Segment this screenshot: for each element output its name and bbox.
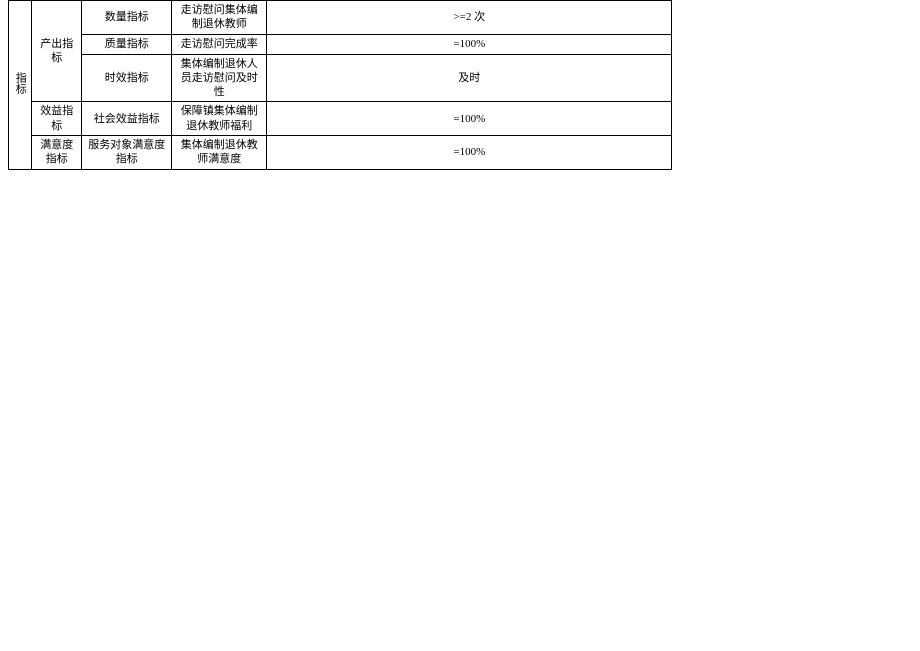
indicator-table: 指标 产出指标 数量指标 走访慰问集体编制退休教师 >=2 次 质量指标 走访慰… (8, 0, 672, 170)
cell-level2: 时效指标 (82, 54, 172, 102)
table-row: 指标 产出指标 数量指标 走访慰问集体编制退休教师 >=2 次 (9, 1, 672, 35)
cell-category: 指标 (9, 1, 32, 170)
cell-group: 效益指标 (32, 102, 82, 136)
cell-level3: 保障镇集体编制退休教师福利 (172, 102, 267, 136)
cell-level2: 服务对象满意度指标 (82, 136, 172, 170)
cell-level2: 数量指标 (82, 1, 172, 35)
table-row: 时效指标 集体编制退休人员走访慰问及时性 及时 (9, 54, 672, 102)
category-label: 指标 (13, 72, 27, 94)
cell-level3: 走访慰问集体编制退休教师 (172, 1, 267, 35)
cell-level3: 集体编制退休教师满意度 (172, 136, 267, 170)
table-row: 满意度指标 服务对象满意度指标 集体编制退休教师满意度 =100% (9, 136, 672, 170)
cell-level2: 质量指标 (82, 34, 172, 54)
cell-output-group: 产出指标 (32, 1, 82, 102)
cell-value: =100% (267, 102, 672, 136)
cell-value: >=2 次 (267, 1, 672, 35)
cell-value: =100% (267, 136, 672, 170)
indicator-table-container: 指标 产出指标 数量指标 走访慰问集体编制退休教师 >=2 次 质量指标 走访慰… (8, 0, 920, 170)
table-row: 质量指标 走访慰问完成率 =100% (9, 34, 672, 54)
table-row: 效益指标 社会效益指标 保障镇集体编制退休教师福利 =100% (9, 102, 672, 136)
cell-level3: 走访慰问完成率 (172, 34, 267, 54)
cell-group: 满意度指标 (32, 136, 82, 170)
cell-level3: 集体编制退休人员走访慰问及时性 (172, 54, 267, 102)
cell-value: 及时 (267, 54, 672, 102)
cell-level2: 社会效益指标 (82, 102, 172, 136)
cell-value: =100% (267, 34, 672, 54)
